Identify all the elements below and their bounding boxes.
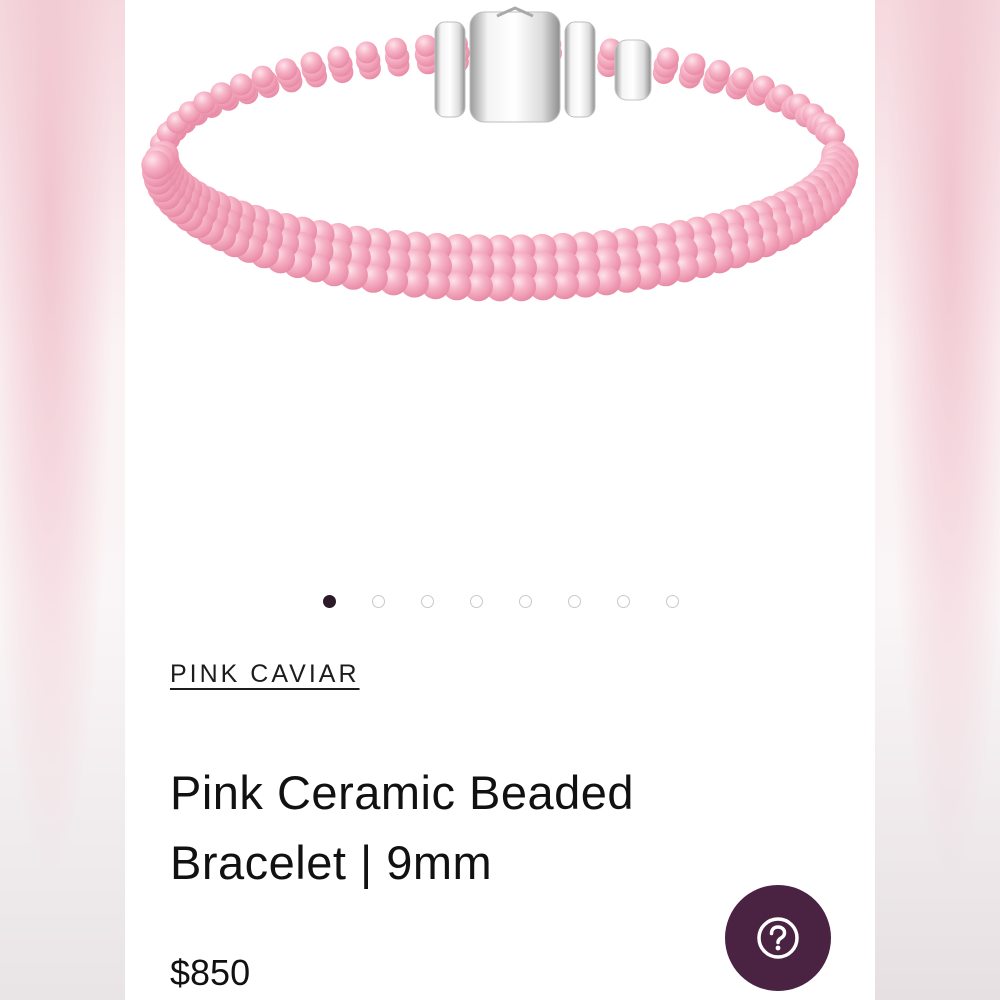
bead xyxy=(708,59,731,82)
help-button[interactable] xyxy=(725,885,831,991)
bead xyxy=(300,51,323,74)
bead xyxy=(210,82,233,105)
product-title: Pink Ceramic Beaded Bracelet | 9mm xyxy=(170,758,790,898)
carousel-dot[interactable] xyxy=(519,595,532,608)
carousel-dot[interactable] xyxy=(470,595,483,608)
product-title-line-1: Pink Ceramic Beaded xyxy=(170,766,635,819)
bead xyxy=(141,150,171,180)
bead xyxy=(275,58,298,81)
question-mark-icon xyxy=(757,917,799,959)
carousel-dot[interactable] xyxy=(568,595,581,608)
collection-link[interactable]: PINK CAVIAR xyxy=(170,660,360,689)
carousel-dot[interactable] xyxy=(421,595,434,608)
bead xyxy=(327,46,350,69)
product-title-line-2: Bracelet | 9mm xyxy=(170,836,493,889)
carousel-dot[interactable] xyxy=(666,595,679,608)
bead xyxy=(656,47,679,70)
carousel-dot[interactable] xyxy=(617,595,630,608)
bead xyxy=(355,41,378,64)
blurred-backdrop-left xyxy=(0,0,125,1000)
bead xyxy=(384,37,407,60)
bead xyxy=(683,53,706,76)
product-page: PINK CAVIAR Pink Ceramic Beaded Bracelet… xyxy=(125,0,875,1000)
product-price: $850 xyxy=(170,952,251,993)
product-image[interactable] xyxy=(125,0,875,560)
blurred-backdrop-right xyxy=(875,0,1000,1000)
bead xyxy=(230,73,252,96)
carousel-dot[interactable] xyxy=(372,595,385,608)
bead xyxy=(251,65,274,88)
bead xyxy=(415,34,438,57)
carousel-dots xyxy=(125,595,875,613)
carousel-dot[interactable] xyxy=(323,595,336,608)
